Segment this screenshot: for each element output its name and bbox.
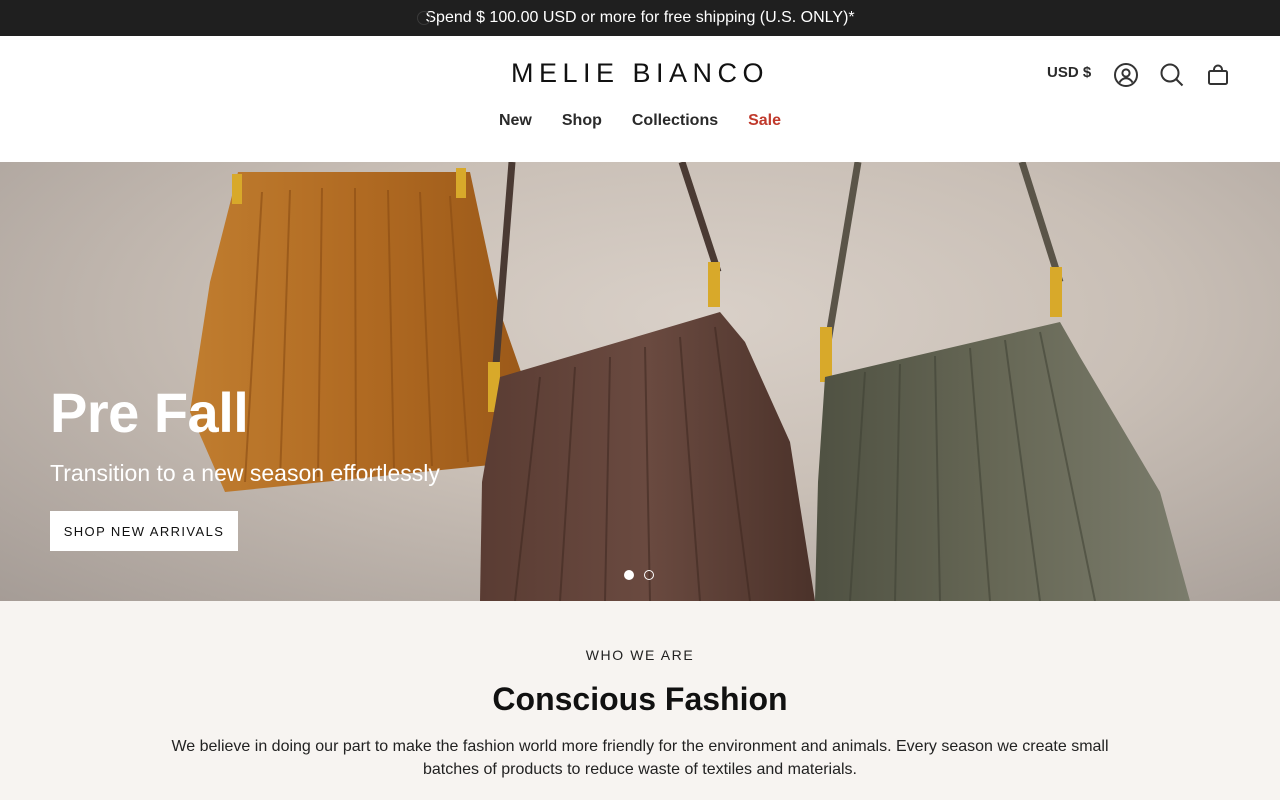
hero-title: Pre Fall [50,381,249,444]
nav-item-collections[interactable]: Collections [632,112,718,130]
hero-subtitle: Transition to a new season effortlessly [50,460,440,486]
section-eyebrow: WHO WE ARE [585,647,695,663]
shop-new-arrivals-button[interactable]: SHOP NEW ARRIVALS [50,511,238,551]
announcement-prev-dot[interactable] [417,11,431,25]
section-body: We believe in doing our part to make the… [171,738,1109,778]
announcement-text: Spend $ 100.00 USD or more for free ship… [425,9,855,26]
about-section: WHO WE ARE Conscious Fashion We believe … [0,601,1280,800]
nav-item-new[interactable]: New [499,112,532,130]
cart-icon[interactable] [1205,62,1231,88]
hero-banner: Pre Fall Transition to a new season effo… [0,162,1280,601]
slide-dot-2[interactable] [644,570,654,580]
main-nav: New Shop Collections Sale [0,112,1280,130]
nav-item-shop[interactable]: Shop [562,112,602,130]
section-heading: Conscious Fashion [492,681,788,717]
currency-selector[interactable]: USD $ [1047,64,1091,81]
nav-item-sale[interactable]: Sale [748,112,781,130]
account-icon[interactable] [1113,62,1139,88]
announcement-bar: Spend $ 100.00 USD or more for free ship… [0,0,1280,36]
search-icon[interactable] [1159,62,1185,88]
site-header: MELIE BIANCO USD $ New Shop Collections … [0,36,1280,162]
slideshow-dots [624,570,654,580]
slide-dot-1[interactable] [624,570,634,580]
